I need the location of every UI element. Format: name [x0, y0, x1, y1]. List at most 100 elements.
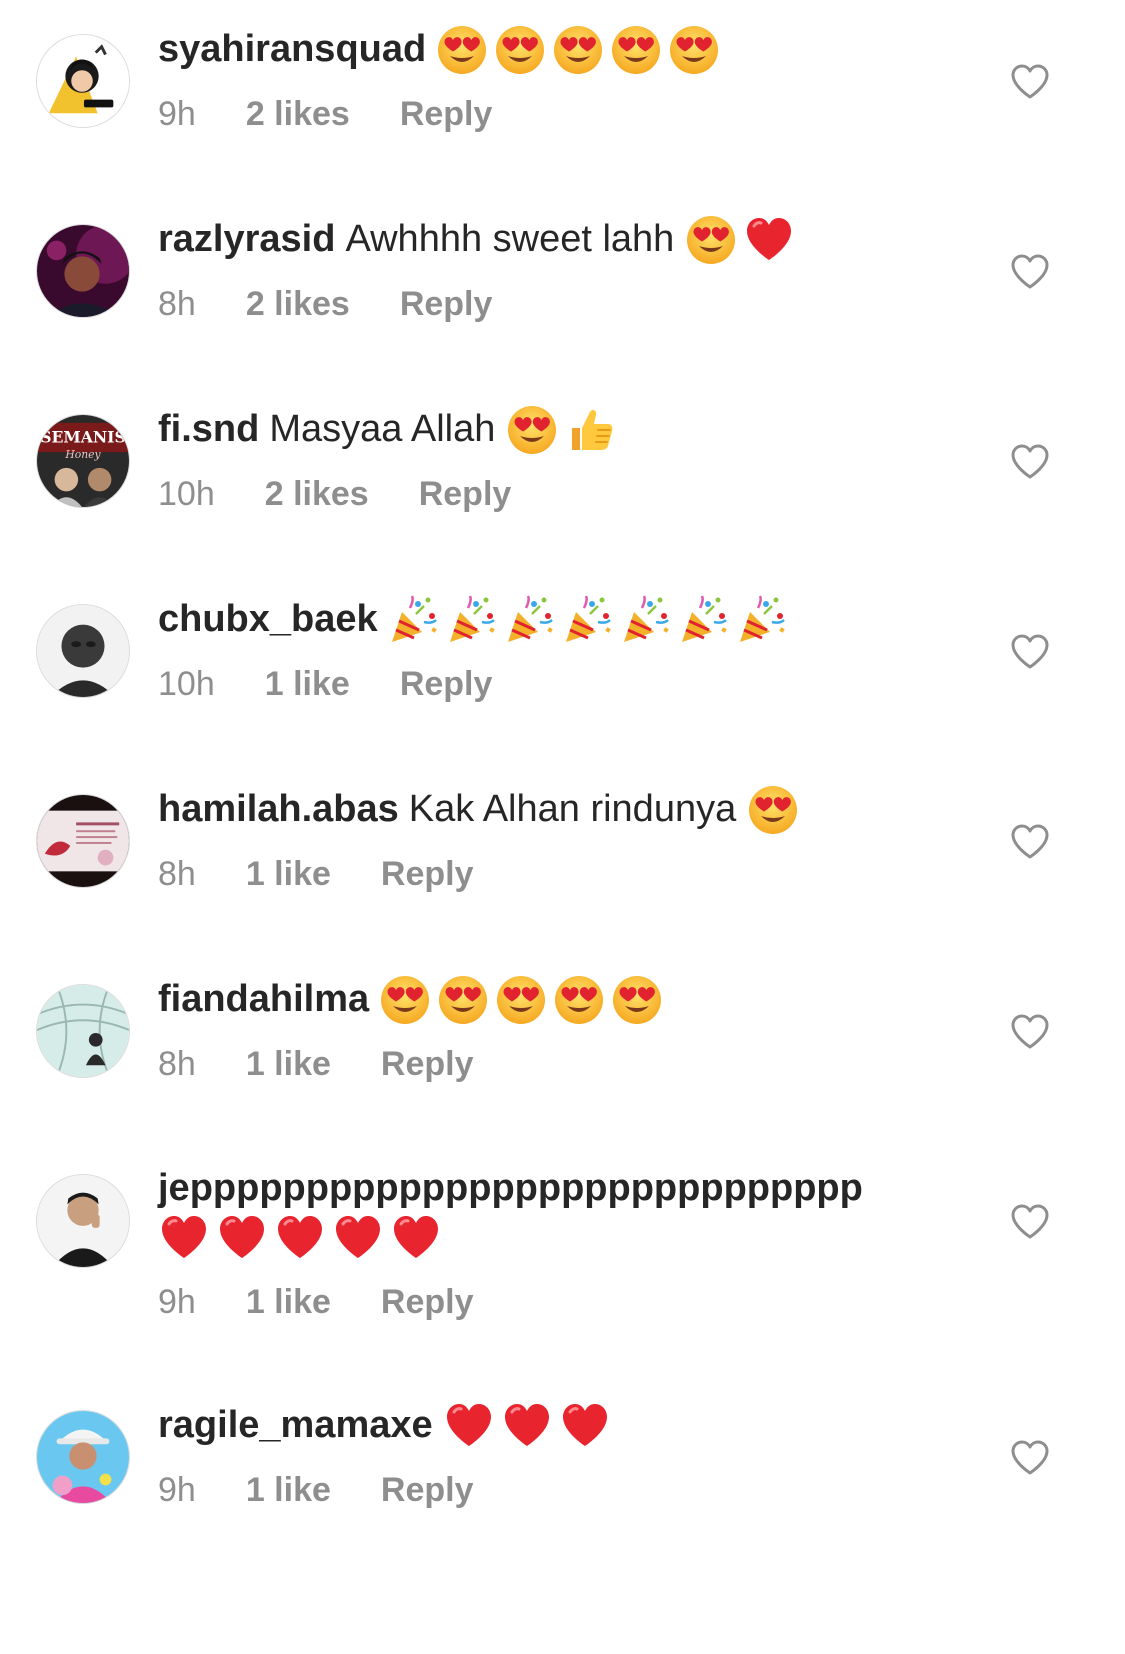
likes-count[interactable]: 2 likes [265, 475, 369, 513]
party-popper-icon [678, 594, 730, 646]
comment-body: fiandahilma 8h 1 like Reply [158, 974, 948, 1084]
emoji-group [747, 784, 805, 838]
likes-count[interactable]: 1 like [246, 1471, 331, 1509]
likes-count[interactable]: 1 like [246, 1283, 331, 1321]
timestamp: 10h [158, 475, 215, 513]
heart-eyes-icon [494, 24, 546, 76]
heart-eyes-icon [668, 24, 720, 76]
avatar[interactable] [36, 224, 130, 318]
heart-outline-icon[interactable] [1010, 1440, 1050, 1476]
svg-text:Honey: Honey [64, 448, 101, 461]
comment-meta: 9h 2 likes Reply [158, 94, 948, 134]
timestamp: 9h [158, 1283, 196, 1321]
reply-button[interactable]: Reply [400, 285, 493, 323]
timestamp: 9h [158, 1471, 196, 1509]
emoji-group [506, 404, 622, 458]
red-heart-icon [559, 1400, 611, 1452]
username-link[interactable]: syahiransquad [158, 28, 426, 70]
reply-button[interactable]: Reply [400, 665, 493, 703]
emoji-group [158, 1212, 448, 1266]
party-popper-icon [562, 594, 614, 646]
red-heart-icon [743, 214, 795, 266]
heart-outline-icon[interactable] [1010, 1204, 1050, 1240]
comment-text: razlyrasid Awhhhh sweet lahh [158, 214, 948, 268]
heart-eyes-icon [437, 974, 489, 1026]
reply-button[interactable]: Reply [400, 95, 493, 133]
emoji-group [379, 974, 669, 1028]
avatar[interactable]: SEMANIS Honey [36, 414, 130, 508]
avatar[interactable] [36, 984, 130, 1078]
comment-meta: 9h 1 like Reply [158, 1282, 948, 1322]
comment-meta: 8h 1 like Reply [158, 854, 948, 894]
avatar[interactable] [36, 794, 130, 888]
red-heart-icon [216, 1212, 268, 1264]
heart-outline-icon[interactable] [1010, 444, 1050, 480]
reply-button[interactable]: Reply [381, 1471, 474, 1509]
heart-outline-icon[interactable] [1010, 634, 1050, 670]
comment-body: fi.snd Masyaa Allah 10h 2 likes Reply [158, 404, 948, 514]
timestamp: 9h [158, 95, 196, 133]
likes-count[interactable]: 2 likes [246, 285, 350, 323]
comment-body: razlyrasid Awhhhh sweet lahh 8h 2 likes Rep… [158, 214, 948, 324]
reply-button[interactable]: Reply [381, 1045, 474, 1083]
username-link[interactable]: jeppppppppppppppppppppppppppppp [158, 1167, 863, 1209]
heart-eyes-icon [506, 404, 558, 456]
comment-list: syahiransquad 9h 2 likes Reply razlyrasid Awh… [0, 0, 1125, 1654]
comment-body: hamilah.abas Kak Alhan rindunya 8h 1 like R… [158, 784, 948, 894]
party-popper-icon [736, 594, 788, 646]
party-popper-icon [446, 594, 498, 646]
reply-button[interactable]: Reply [381, 1283, 474, 1321]
heart-eyes-icon [379, 974, 431, 1026]
timestamp: 10h [158, 665, 215, 703]
likes-count[interactable]: 2 likes [246, 95, 350, 133]
timestamp: 8h [158, 855, 196, 893]
avatar[interactable] [36, 1174, 130, 1268]
party-popper-icon [504, 594, 556, 646]
emoji-group [685, 214, 801, 268]
likes-count[interactable]: 1 like [246, 855, 331, 893]
thumbs-up-icon [564, 404, 616, 456]
likes-count[interactable]: 1 like [265, 665, 350, 703]
emoji-group [443, 1400, 617, 1454]
comment-message: Awhhhh sweet lahh [345, 218, 675, 261]
comment-text: hamilah.abas Kak Alhan rindunya [158, 784, 948, 838]
comment-meta: 10h 2 likes Reply [158, 474, 948, 514]
comment-text: ragile_mamaxe [158, 1400, 948, 1454]
comment-body: ragile_mamaxe 9h 1 like Reply [158, 1400, 948, 1510]
comment-text: fiandahilma [158, 974, 948, 1028]
username-link[interactable]: razlyrasid [158, 218, 335, 260]
comment-meta: 10h 1 like Reply [158, 664, 948, 704]
comment-message: Kak Alhan rindunya [408, 788, 737, 831]
heart-eyes-icon [685, 214, 737, 266]
emoji-group [388, 594, 794, 648]
party-popper-icon [620, 594, 672, 646]
heart-eyes-icon [747, 784, 799, 836]
comment-text: chubx_baek [158, 594, 948, 648]
heart-outline-icon[interactable] [1010, 824, 1050, 860]
svg-text:SEMANIS: SEMANIS [40, 427, 126, 446]
username-link[interactable]: chubx_baek [158, 598, 378, 640]
timestamp: 8h [158, 285, 196, 323]
comment-text: jeppppppppppppppppppppppppppppp [158, 1164, 948, 1266]
comment-meta: 8h 1 like Reply [158, 1044, 948, 1084]
username-link[interactable]: hamilah.abas [158, 788, 399, 830]
reply-button[interactable]: Reply [381, 855, 474, 893]
heart-outline-icon[interactable] [1010, 1014, 1050, 1050]
reply-button[interactable]: Reply [419, 475, 512, 513]
username-link[interactable]: ragile_mamaxe [158, 1404, 433, 1446]
username-link[interactable]: fiandahilma [158, 978, 369, 1020]
comment-meta: 8h 2 likes Reply [158, 284, 948, 324]
heart-eyes-icon [495, 974, 547, 1026]
avatar[interactable] [36, 604, 130, 698]
comment-meta: 9h 1 like Reply [158, 1470, 948, 1510]
heart-eyes-icon [553, 974, 605, 1026]
likes-count[interactable]: 1 like [246, 1045, 331, 1083]
avatar[interactable] [36, 1410, 130, 1504]
heart-eyes-icon [552, 24, 604, 76]
heart-outline-icon[interactable] [1010, 64, 1050, 100]
avatar[interactable] [36, 34, 130, 128]
comment-message: Masyaa Allah [269, 408, 496, 451]
comment-text: fi.snd Masyaa Allah [158, 404, 948, 458]
heart-outline-icon[interactable] [1010, 254, 1050, 290]
username-link[interactable]: fi.snd [158, 408, 259, 450]
